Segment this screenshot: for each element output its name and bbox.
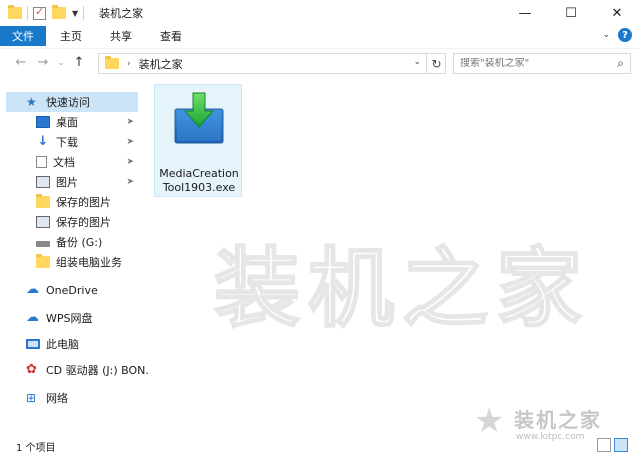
up-button[interactable]: ↑ [68, 55, 90, 70]
watermark-text: 装机之家 [213, 238, 590, 340]
picture-icon [36, 176, 50, 188]
sidebar-item-label: 备份 (G:) [56, 236, 103, 249]
watermark-brand: 装机之家 [514, 408, 602, 432]
sidebar-item-downloads[interactable]: ↓ 下载 ➤ [6, 132, 138, 152]
file-name: MediaCreation Tool1903.exe [155, 167, 243, 195]
refresh-button[interactable]: ↻ [426, 53, 446, 74]
sidebar-item-desktop[interactable]: 桌面 ➤ [6, 112, 138, 132]
sidebar-item-label: 此电脑 [46, 338, 79, 351]
sidebar-item-label: 文档 [53, 156, 75, 169]
breadcrumb[interactable]: 装机之家 [139, 56, 183, 72]
sidebar-item-label: WPS网盘 [46, 312, 93, 325]
path-separator-icon[interactable]: › [127, 59, 131, 69]
sidebar-item-documents[interactable]: 文档 ➤ [6, 152, 138, 172]
sidebar-item-label: CD 驱动器 (J:) BON. [46, 364, 149, 377]
status-bar: 1 个项目 [0, 436, 640, 456]
window-controls: — ☐ ✕ [502, 0, 640, 26]
search-box[interactable]: ⌕ [453, 53, 631, 74]
maximize-button[interactable]: ☐ [548, 0, 594, 26]
expand-ribbon-icon[interactable]: ⌄ [602, 30, 610, 40]
sidebar-item-backup-drive[interactable]: 备份 (G:) [6, 232, 138, 252]
help-icon[interactable]: ? [618, 28, 632, 42]
tab-home[interactable]: 主页 [46, 26, 96, 46]
title-bar: ▼ 装机之家 — ☐ ✕ [0, 0, 640, 26]
file-name-line: MediaCreation [159, 167, 239, 180]
star-icon: ★ [26, 95, 37, 109]
close-button[interactable]: ✕ [594, 0, 640, 26]
tab-view[interactable]: 查看 [146, 26, 196, 46]
sidebar-item-saved-pictures[interactable]: 保存的图片 [6, 212, 138, 232]
sidebar-item-label: 保存的图片 [56, 196, 111, 209]
address-bar[interactable]: › 装机之家 ⌄ [98, 53, 446, 74]
sidebar-item-label: 组装电脑业务 [56, 256, 122, 269]
folder-icon [36, 254, 50, 268]
download-icon: ↓ [37, 134, 49, 149]
sidebar-item-cd-drive[interactable]: ✿ CD 驱动器 (J:) BON. [6, 360, 149, 380]
tab-share[interactable]: 共享 [96, 26, 146, 46]
drive-icon [36, 241, 50, 247]
ribbon-tabs: 文件 主页 共享 查看 ⌄ ? [0, 26, 640, 46]
sidebar-item-network[interactable]: ⊞ 网络 [6, 388, 138, 408]
desktop-icon [36, 116, 50, 128]
cloud-icon: ☁ [26, 310, 39, 325]
pin-icon[interactable]: ➤ [126, 137, 134, 147]
picture-icon [36, 216, 50, 228]
file-item[interactable]: MediaCreation Tool1903.exe [154, 84, 242, 197]
pin-icon[interactable]: ➤ [126, 117, 134, 127]
sidebar-item-label: 网络 [46, 392, 68, 405]
window-title: 装机之家 [99, 7, 144, 20]
file-name-line: Tool1903.exe [162, 181, 236, 194]
large-icons-view-icon[interactable] [614, 438, 628, 452]
sidebar-item-label: 桌面 [56, 116, 78, 129]
network-icon: ⊞ [26, 391, 37, 405]
item-count: 1 个项目 [16, 442, 56, 454]
sidebar-item-label: OneDrive [46, 283, 98, 297]
sidebar-item-label: 下载 [56, 136, 78, 149]
properties-icon[interactable] [33, 5, 46, 20]
computer-icon [26, 339, 40, 349]
minimize-button[interactable]: — [502, 0, 548, 26]
tab-file[interactable]: 文件 [0, 26, 46, 46]
sidebar-item-onedrive[interactable]: ☁ OneDrive [6, 280, 138, 300]
cd-icon: ✿ [26, 362, 37, 377]
sidebar-item-quick-access[interactable]: ★ 快速访问 [6, 92, 138, 112]
quick-access-dropdown-icon[interactable]: ▼ [72, 9, 78, 18]
sidebar-item-pictures[interactable]: 图片 ➤ [6, 172, 138, 192]
cloud-icon: ☁ [26, 282, 39, 297]
navigation-pane: ★ 快速访问 桌面 ➤ ↓ 下载 ➤ 文档 ➤ 图片 ➤ 保存的图片 保存的图片… [0, 88, 149, 428]
forward-button[interactable]: → [32, 55, 54, 70]
sidebar-item-label: 快速访问 [46, 96, 90, 109]
navigation-bar: ← → ⌄ ↑ › 装机之家 ⌄ ↻ ⌕ [0, 48, 640, 76]
title-separator [27, 6, 28, 20]
pin-icon[interactable]: ➤ [126, 177, 134, 187]
star-icon: ★ [474, 401, 505, 441]
pin-icon[interactable]: ➤ [126, 157, 134, 167]
search-icon[interactable]: ⌕ [617, 56, 624, 71]
folder-icon [8, 5, 22, 19]
sidebar-item-assembly-business[interactable]: 组装电脑业务 [6, 252, 138, 272]
sidebar-item-saved-pictures-folder[interactable]: 保存的图片 [6, 192, 138, 212]
search-input[interactable] [460, 58, 600, 69]
back-button[interactable]: ← [10, 55, 32, 70]
folder-icon [105, 56, 119, 69]
title-separator [83, 6, 85, 20]
address-dropdown-icon[interactable]: ⌄ [413, 57, 421, 67]
sidebar-item-label: 保存的图片 [56, 216, 111, 229]
media-creation-tool-icon [174, 92, 224, 144]
document-icon [36, 156, 47, 168]
ribbon-right: ⌄ ? [602, 28, 632, 42]
sidebar-item-wps-drive[interactable]: ☁ WPS网盘 [6, 308, 138, 328]
details-view-icon[interactable] [597, 438, 611, 452]
folder-icon [36, 194, 50, 208]
new-folder-icon[interactable] [52, 5, 66, 19]
sidebar-item-this-pc[interactable]: 此电脑 [6, 334, 138, 354]
view-switcher [597, 438, 628, 452]
sidebar-item-label: 图片 [56, 176, 78, 189]
recent-locations-icon[interactable]: ⌄ [54, 58, 68, 67]
